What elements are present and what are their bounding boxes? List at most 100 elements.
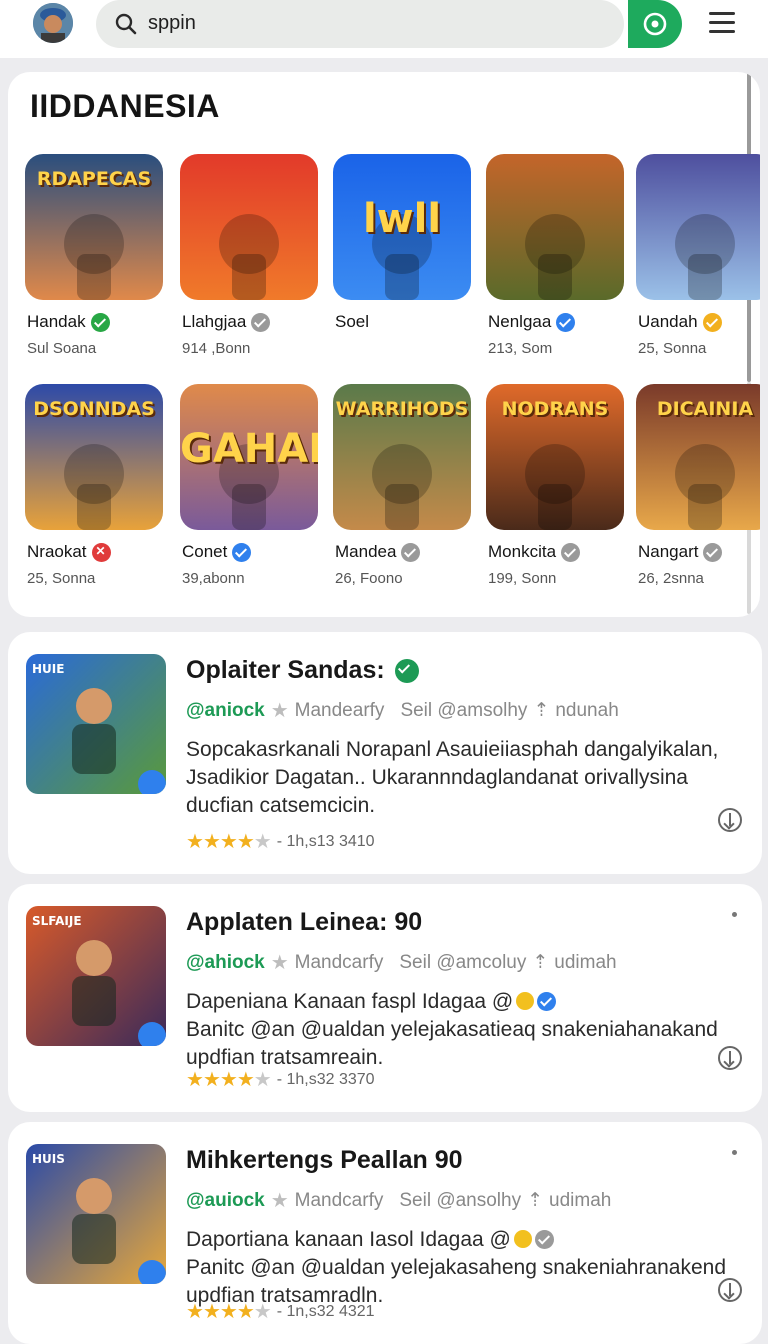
star-badge-icon <box>703 542 723 562</box>
app-icon[interactable]: GAHAE <box>180 384 318 530</box>
download-button[interactable] <box>718 808 742 832</box>
verified-badge-icon <box>232 542 252 562</box>
more-options-button[interactable] <box>730 908 738 928</box>
app-icon[interactable]: RDAPECAS <box>25 154 163 300</box>
app-rating: ★★★★★ - 1h,s13 3410 <box>186 829 375 854</box>
star-icon: ★ <box>270 1190 289 1212</box>
app-name: Mandea <box>335 542 421 562</box>
app-meta-row: @auiock ★ Mandcarfy Seil @ansolhy ⇡ udimah <box>186 1188 611 1213</box>
app-card[interactable]: HUIE Oplaiter Sandas: @aniock ★ Mandearfy Sei… <box>8 632 762 874</box>
app-title[interactable]: Mihkertengs Peallan 90 <box>186 1146 463 1175</box>
verified-badge-icon <box>251 312 271 332</box>
app-name-text: Uandah <box>638 312 698 331</box>
app-name-text: Mandea <box>335 542 397 561</box>
verified-badge-icon <box>401 542 421 562</box>
voice-search-button[interactable] <box>628 0 682 48</box>
app-icon[interactable]: lwll <box>333 154 471 300</box>
app-meta: 199, Sonn <box>488 570 557 587</box>
more-options-button[interactable] <box>730 1146 738 1166</box>
app-description: Sopcakasrkanali Norapanl Asauieiiasphah … <box>186 736 726 820</box>
developer-name: @ahiock <box>186 951 265 973</box>
app-tile[interactable]: lwll Soel <box>333 154 473 331</box>
app-name-text: Nraokat <box>27 542 87 561</box>
app-icon[interactable] <box>486 154 624 300</box>
app-icon-title: DICAINIA <box>656 398 754 420</box>
rating-count: - 1h,s13 3410 <box>276 832 375 850</box>
developer-name: @auiock <box>186 1189 265 1211</box>
app-tile[interactable]: NODRANS Monkcita 199, Sonn <box>486 384 626 587</box>
app-name: Monkcita <box>488 542 581 562</box>
app-title-text: Oplaiter Sandas: <box>186 656 385 684</box>
verified-badge-icon <box>394 658 419 683</box>
category-label: Mandcarfy <box>294 951 384 973</box>
star-badge-icon <box>702 312 722 332</box>
app-name-text: Nangart <box>638 542 699 561</box>
app-name: Soel <box>335 312 369 332</box>
app-tile[interactable]: Nenlgaa 213, Som <box>486 154 626 357</box>
coin-icon <box>513 1230 532 1248</box>
avatar[interactable] <box>33 3 73 43</box>
target-icon <box>643 12 667 36</box>
app-name: Llahgjaa <box>182 312 271 332</box>
hand-icon: ⇡ <box>533 700 550 721</box>
featured-apps-section: IIDDANESIA RDAPECAS Handak Sul Soana Llahg… <box>8 72 760 617</box>
app-icon-title: lwll <box>362 196 442 242</box>
app-meta: 26, Foono <box>335 570 403 587</box>
download-button[interactable] <box>718 1278 742 1302</box>
download-button[interactable] <box>718 1046 742 1070</box>
app-meta-row: @aniock ★ Mandearfy Seil @amsolhy ⇡ ndunah <box>186 698 619 723</box>
description-text: Banitc @an @ualdan yelejakasatieaq snake… <box>186 1018 718 1069</box>
description-text: Sopcakasrkanali Norapanl Asauieiiasphah … <box>186 738 719 817</box>
description-text: Daportiana kanaan Iasol Idagaa @ <box>186 1228 511 1251</box>
tagline-suffix: udimah <box>549 1189 612 1211</box>
app-icon[interactable]: WARRIHODS <box>333 384 471 530</box>
app-tile[interactable]: RDAPECAS Handak Sul Soana <box>25 154 165 357</box>
app-tile[interactable]: Llahgjaa 914 ,Bonn <box>180 154 320 357</box>
menu-button[interactable] <box>704 8 740 38</box>
app-meta: 25, Sonna <box>27 570 96 587</box>
app-icon[interactable] <box>180 154 318 300</box>
app-name: Nraokat <box>27 542 111 562</box>
app-thumbnail[interactable]: SLFAIJE <box>26 906 166 1046</box>
search-box[interactable] <box>96 0 624 48</box>
section-title: IIDDANESIA <box>30 88 220 124</box>
verified-badge-icon <box>90 312 110 332</box>
app-icon-title: DSONNDAS <box>33 398 155 420</box>
app-title[interactable]: Oplaiter Sandas: <box>186 656 419 685</box>
search-input[interactable] <box>148 8 588 38</box>
app-tile[interactable]: DICAINIA Nangart 26, 2snna <box>636 384 760 587</box>
verified-badge-icon <box>534 1230 554 1249</box>
app-tile[interactable]: WARRIHODS Mandea 26, Foono <box>333 384 473 587</box>
app-title-text: Applaten Leinea: 90 <box>186 908 423 936</box>
app-name-text: Llahgjaa <box>182 312 247 331</box>
app-name-text: Monkcita <box>488 542 557 561</box>
category-label: Mandearfy <box>294 699 385 721</box>
app-icon[interactable] <box>636 154 760 300</box>
app-name-text: Nenlgaa <box>488 312 552 331</box>
app-tile[interactable]: DSONNDAS Nraokat 25, Sonna <box>25 384 165 587</box>
app-meta: 26, 2snna <box>638 570 704 587</box>
tagline-suffix: udimah <box>554 951 617 973</box>
tagline-suffix: ndunah <box>555 699 619 721</box>
hand-icon: ⇡ <box>532 952 549 973</box>
app-icon[interactable]: NODRANS <box>486 384 624 530</box>
app-tile[interactable]: Uandah 25, Sonna <box>636 154 760 357</box>
more-icon <box>731 912 737 917</box>
thumbnail-label: SLFAIJE <box>32 914 82 928</box>
app-icon-title: NODRANS <box>501 398 609 420</box>
app-icon[interactable]: DICAINIA <box>636 384 760 530</box>
thumbnail-label: HUIE <box>32 662 65 676</box>
app-title-text: Mihkertengs Peallan 90 <box>186 1146 463 1174</box>
app-title[interactable]: Applaten Leinea: 90 <box>186 908 422 937</box>
app-name: Nangart <box>638 542 723 562</box>
rating-count: - 1h,s32 3370 <box>276 1070 375 1088</box>
star-icon: ★ <box>270 700 289 722</box>
hand-icon: ⇡ <box>527 1190 544 1211</box>
app-thumbnail[interactable]: HUIS <box>26 1144 166 1284</box>
app-tile[interactable]: GAHAE Conet 39,abonn <box>180 384 320 587</box>
app-meta: 914 ,Bonn <box>182 340 251 357</box>
app-card[interactable]: SLFAIJE Applaten Leinea: 90 @ahiock ★ Mandca… <box>8 884 762 1112</box>
app-card[interactable]: HUIS Mihkertengs Peallan 90 @auiock ★ Mandca… <box>8 1122 762 1344</box>
app-icon[interactable]: DSONNDAS <box>25 384 163 530</box>
app-thumbnail[interactable]: HUIE <box>26 654 166 794</box>
